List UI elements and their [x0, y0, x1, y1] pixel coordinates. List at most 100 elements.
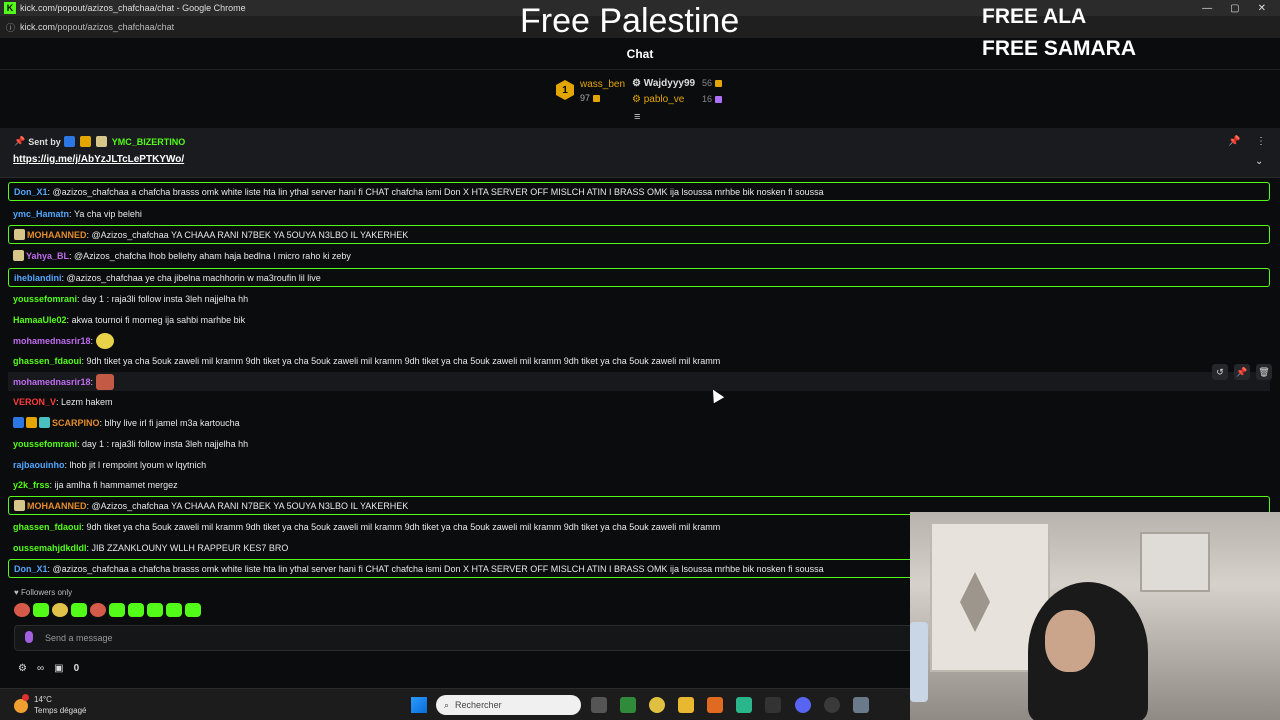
message-username[interactable]: Don_X1 [14, 564, 48, 574]
message-username[interactable]: iheblandini [14, 273, 62, 283]
message-text: @azizos_chafchaa ye cha jibelna machhori… [66, 272, 321, 283]
filter-icon[interactable]: ≡ [634, 112, 646, 123]
pin-message-icon[interactable]: 📌 [1234, 364, 1250, 380]
chat-message[interactable]: youssefomrani: day 1 : raja3li follow in… [8, 434, 1270, 453]
settings-app-icon[interactable] [853, 697, 869, 713]
delete-icon[interactable]: 🗑 [1256, 364, 1272, 380]
chat-message[interactable]: MOHAANNED: @Azizos_chafchaa YA CHAAA RAN… [8, 225, 1270, 244]
unpin-icon[interactable]: 📌 [1228, 136, 1240, 147]
message-text: akwa tournoi fi morneg ija sahbi marhbe … [71, 314, 246, 325]
weather-temperature[interactable]: 14°C [34, 695, 52, 704]
message-username[interactable]: HamaaUle02 [13, 315, 67, 325]
emote-icon[interactable] [185, 603, 201, 617]
message-username[interactable]: oussemahjdkdldl [13, 543, 87, 553]
avatar-badge-icon [14, 229, 25, 240]
emote-icon[interactable] [71, 603, 87, 617]
mic-icon[interactable] [25, 631, 33, 643]
emote-icon[interactable] [128, 603, 144, 617]
pinned-sender[interactable]: YMC_BIZERTINO [112, 137, 186, 147]
close-button[interactable]: ✕ [1258, 3, 1266, 14]
pinned-sent-by: 📌 Sent by YMC_BIZERTINO [14, 136, 186, 147]
chat-message[interactable]: VERON_V: Lezm hakem [8, 392, 1270, 411]
kick-logo-icon: K [4, 2, 16, 14]
leader-1-name[interactable]: wass_ben [580, 79, 625, 90]
laugh-emote-icon [96, 332, 115, 349]
chat-message[interactable]: mohamednasrir18: [8, 372, 1270, 391]
chat-message[interactable]: mohamednasrir18: [8, 331, 1270, 350]
taskbar-search[interactable]: ⌕ Rechercher [436, 695, 581, 715]
message-username[interactable]: MOHAANNED [27, 501, 87, 511]
chat-message[interactable]: HamaaUle02: akwa tournoi fi morneg ija s… [8, 310, 1270, 329]
app-icon[interactable] [765, 697, 781, 713]
site-info-icon[interactable]: ⓘ [6, 21, 20, 34]
app-icon[interactable] [824, 697, 840, 713]
taskbar-search-placeholder: Rechercher [455, 700, 502, 710]
emote-icon[interactable] [33, 603, 49, 617]
weather-description[interactable]: Temps dégagé [34, 706, 86, 715]
emote-icon[interactable] [166, 603, 182, 617]
chat-message[interactable]: ymc_Hamatn: Ya cha vip belehi [8, 204, 1270, 223]
message-input[interactable] [45, 629, 645, 647]
leader-3-name[interactable]: ⚙ pablo_ve [632, 94, 684, 105]
message-username[interactable]: y2k_frss [13, 480, 50, 490]
message-composer[interactable] [14, 625, 914, 651]
reply-icon[interactable]: ↺ [1212, 364, 1228, 380]
chevron-down-icon[interactable]: ⌄ [1255, 156, 1263, 167]
message-text: @azizos_chafchaa a chafcha brasss omk wh… [52, 563, 824, 574]
chat-message[interactable]: rajbaouinho: lhob jit l rempoint lyoum w… [8, 455, 1270, 474]
message-username[interactable]: ghassen_fdaoui [13, 356, 82, 366]
message-hover-toolbar: ↺ 📌 🗑 [1212, 364, 1272, 380]
file-explorer-icon[interactable] [678, 697, 694, 713]
pinned-link[interactable]: https://ig.me/j/AbYzJLTcLePTKYWo/ [13, 154, 184, 165]
app-icon[interactable] [736, 697, 752, 713]
chat-message[interactable]: youssefomrani: day 1 : raja3li follow in… [8, 289, 1270, 308]
emote-icon[interactable] [52, 603, 68, 617]
settings-icon[interactable]: ⚙ [18, 663, 27, 674]
discord-icon[interactable] [795, 697, 811, 713]
message-text: JIB ZZANKLOUNY WLLH RAPPEUR KES7 BRO [91, 542, 289, 553]
app-icon[interactable] [707, 697, 723, 713]
message-username[interactable]: rajbaouinho [13, 460, 65, 470]
emote-icon[interactable] [14, 603, 30, 617]
weather-icon[interactable] [14, 699, 28, 713]
chat-message[interactable]: ghassen_fdaoui: 9dh tiket ya cha 5ouk za… [8, 351, 1270, 370]
message-username[interactable]: mohamednasrir18 [13, 377, 91, 387]
chat-message[interactable]: SCARPINO: blhy live irl fi jamel m3a kar… [8, 413, 1270, 432]
message-username[interactable]: MOHAANNED [27, 230, 87, 240]
message-username[interactable]: youssefomrani [13, 294, 77, 304]
chrome-icon[interactable] [649, 697, 665, 713]
more-options-icon[interactable]: ⋮ [1256, 136, 1266, 147]
message-username[interactable]: SCARPINO [52, 418, 100, 428]
notification-badge-icon [22, 694, 29, 701]
gift-icon[interactable]: ▣ [54, 663, 63, 674]
windows-start-icon[interactable] [411, 697, 427, 713]
minimize-button[interactable]: — [1202, 3, 1212, 14]
url-text[interactable]: kick.com/popout/azizos_chafchaa/chat [20, 22, 174, 32]
message-username[interactable]: VERON_V [13, 397, 56, 407]
gifter-leaderboard: 1 wass_ben 97 ⚙ Wajdyyy99 56 ⚙ pablo_ve … [556, 76, 736, 106]
emote-icon[interactable] [147, 603, 163, 617]
message-username[interactable]: mohamednasrir18 [13, 336, 91, 346]
leader-2-name[interactable]: ⚙ Wajdyyy99 [632, 78, 695, 89]
app-icon[interactable] [620, 697, 636, 713]
message-username[interactable]: ghassen_fdaoui [13, 522, 82, 532]
message-username[interactable]: youssefomrani [13, 439, 77, 449]
chat-message[interactable]: Yahya_BL: @Azizos_chafcha lhob bellehy a… [8, 246, 1270, 265]
message-text: 9dh tiket ya cha 5ouk zaweli mil kramm 9… [86, 521, 721, 532]
badge-icon [13, 417, 24, 428]
message-username[interactable]: Don_X1 [14, 187, 48, 197]
message-username[interactable]: Yahya_BL [26, 251, 69, 261]
task-view-icon[interactable] [591, 697, 607, 713]
message-username[interactable]: ymc_Hamatn [13, 209, 69, 219]
chat-message[interactable]: y2k_frss: ija amlha fi hammamet mergez [8, 475, 1270, 494]
search-icon: ⌕ [444, 699, 450, 710]
emote-icon[interactable] [90, 603, 106, 617]
chat-message[interactable]: iheblandini: @azizos_chafchaa ye cha jib… [8, 268, 1270, 287]
rank-badge-icon: 1 [556, 80, 574, 100]
avatar-badge-icon [95, 136, 107, 147]
emote-icon[interactable] [109, 603, 125, 617]
quick-emotes [14, 603, 201, 617]
infinity-icon[interactable]: ∞ [37, 663, 44, 674]
maximize-button[interactable]: ▢ [1230, 3, 1239, 14]
chat-message[interactable]: Don_X1: @azizos_chafchaa a chafcha brass… [8, 182, 1270, 201]
